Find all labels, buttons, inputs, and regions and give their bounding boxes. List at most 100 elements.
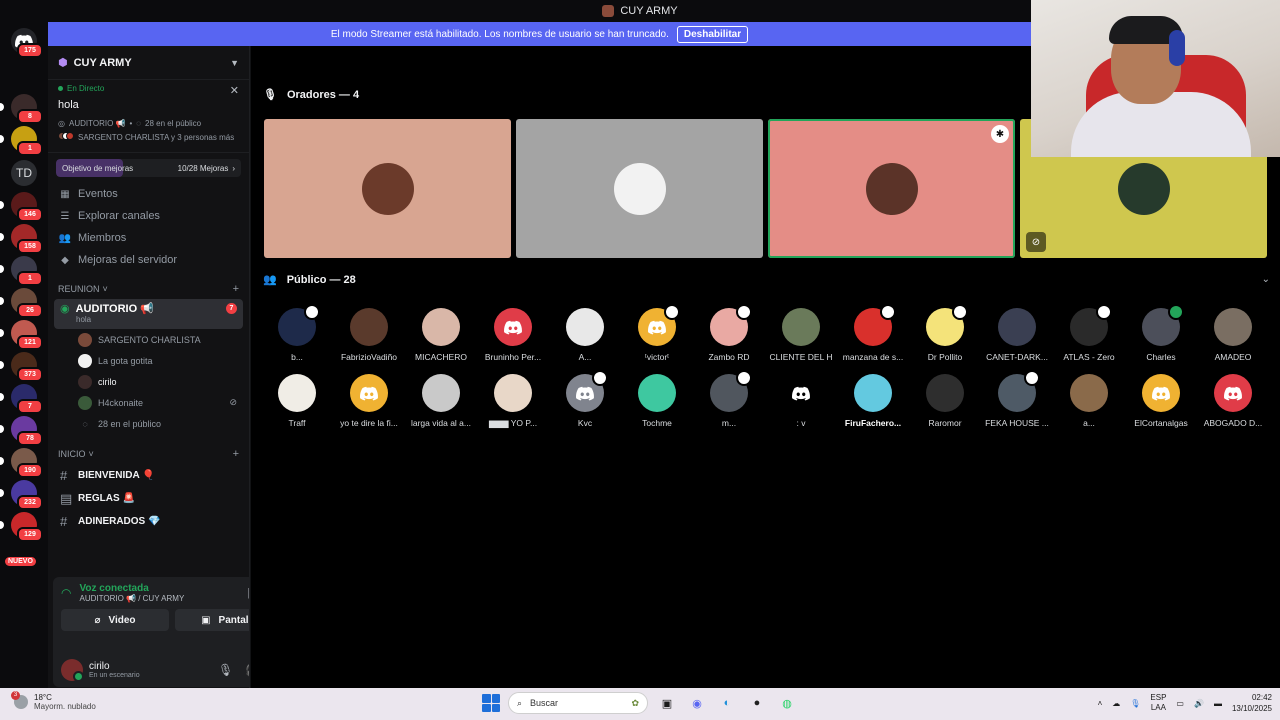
audience-member[interactable]: FiruFachero... [837, 374, 909, 429]
nav-browse-channels[interactable]: ☰ Explorar canales [48, 205, 249, 227]
taskbar-search[interactable]: ⌕ Buscar ✿ [508, 692, 648, 714]
edge-icon[interactable]: ◐ [716, 692, 738, 714]
disable-streamer-button[interactable]: Deshabilitar [676, 25, 749, 43]
chevron-up-icon[interactable]: ˄ [1098, 699, 1103, 708]
onedrive-icon[interactable]: ☁ [1112, 699, 1120, 708]
audience-member[interactable]: ▆▆▆ YO P... [477, 374, 549, 429]
server-icon[interactable]: 129 [0, 512, 43, 542]
server-header[interactable]: ⬢ CUY ARMY ▼ [48, 46, 249, 80]
server-icon[interactable]: 146 [0, 192, 43, 222]
nav-events[interactable]: ▦ Eventos [48, 183, 249, 205]
microphone-icon[interactable]: 🎙 [218, 663, 233, 677]
server-icon[interactable]: 1 [0, 126, 43, 156]
audience-member[interactable]: Bruninho Per... [477, 308, 549, 362]
obs-icon[interactable]: ● [746, 692, 768, 714]
voice-location[interactable]: AUDITORIO 📢 / CUY ARMY [79, 594, 184, 603]
audience-member[interactable]: Charles [1125, 304, 1197, 362]
stage-live-card[interactable]: En Directo ✕ hola ◎ AUDITORIO 📢 • ◌ 28 e… [48, 80, 249, 153]
voice-user[interactable]: SARGENTO CHARLISTA [48, 329, 249, 350]
voice-user[interactable]: cirilo [48, 371, 249, 392]
audience-member[interactable]: CLIENTE DEL H [765, 308, 837, 362]
headphones-icon[interactable]: 🎧 [245, 663, 249, 677]
server-td[interactable]: TD [11, 160, 37, 186]
audience-member[interactable]: Dr Pollito [909, 304, 981, 362]
audience-member[interactable]: b... [261, 304, 333, 362]
channel-adinerados[interactable]: # ADINERADOS 💎 [48, 510, 249, 533]
server-icon[interactable]: 1 [0, 256, 43, 286]
audience-member[interactable]: Tochme [621, 374, 693, 429]
voice-user-name: H4ckonaite [98, 397, 144, 408]
voice-user[interactable]: H4ckonaite ⊘ [48, 392, 249, 413]
audience-member[interactable]: FEKA HOUSE ... [981, 370, 1053, 429]
voice-audience-row[interactable]: ◌ 28 en el público [48, 413, 249, 434]
battery-icon[interactable]: ▬ [1214, 699, 1222, 708]
voice-channel-auditorio[interactable]: ◉ AUDITORIO 📢 hola 7 [54, 299, 243, 329]
server-icon[interactable]: 121 [0, 320, 43, 350]
audience-member[interactable]: manzana de s... [837, 304, 909, 362]
speaker-tile[interactable]: ✱ [768, 119, 1015, 258]
video-button[interactable]: ⌀ Video [61, 609, 169, 631]
user-name[interactable]: cirilo [89, 661, 140, 672]
category-reunion[interactable]: REUNION ˅ + [48, 279, 249, 299]
channel-bienvenida[interactable]: # BIENVENIDA 🎈 [48, 464, 249, 487]
audience-member[interactable]: ElCortanalgas [1125, 374, 1197, 429]
audience-member[interactable]: larga vida al a... [405, 374, 477, 429]
server-icon[interactable]: 373 [0, 352, 43, 382]
audience-member[interactable]: A... [549, 308, 621, 362]
audience-member[interactable]: yo te dire la fi... [333, 374, 405, 429]
speaker-tile[interactable] [516, 119, 763, 258]
channel-reglas[interactable]: ▤ REGLAS 🚨 [48, 487, 249, 510]
add-channel-icon[interactable]: + [233, 283, 239, 295]
boost-progress: 10/28 Mejoras [177, 163, 229, 173]
nav-members[interactable]: 👥 Miembros [48, 227, 249, 249]
direct-messages-icon[interactable]: 175 [11, 28, 43, 58]
volume-icon[interactable]: 🔊 [1194, 699, 1204, 708]
audience-member[interactable]: AMADEO [1197, 308, 1269, 362]
task-view-icon[interactable]: ▣ [656, 692, 678, 714]
server-icon[interactable]: 190 [0, 448, 43, 478]
category-inicio[interactable]: INICIO ˅ + [48, 444, 249, 464]
audience-member[interactable]: a... [1053, 374, 1125, 429]
audience-member[interactable]: Traff [261, 374, 333, 429]
add-channel-icon[interactable]: + [233, 448, 239, 460]
live-status: En Directo [58, 84, 239, 93]
discord-taskbar-icon[interactable]: ◉ [686, 692, 708, 714]
new-badge[interactable]: NUEVO [5, 557, 36, 566]
server-icon[interactable]: 8 [0, 94, 43, 124]
screen-share-button[interactable]: ▣ Pantalla [175, 609, 249, 631]
noise-suppression-icon[interactable]: ||| [247, 587, 249, 599]
audience-member[interactable]: Raromor [909, 374, 981, 429]
language-indicator[interactable]: ESP LAA [1150, 693, 1166, 713]
server-icon[interactable]: 158 [0, 224, 43, 254]
whatsapp-icon[interactable]: ◍ [776, 692, 798, 714]
server-icon[interactable]: 7 [0, 384, 43, 414]
moderator-icon: ✱ [991, 125, 1009, 143]
weather-widget[interactable]: 3 18°C Mayorm. nublado [11, 691, 96, 711]
audience-member[interactable]: FabrizioVadiño [333, 308, 405, 362]
avatar[interactable] [61, 659, 84, 682]
audience-member-name: b... [291, 352, 303, 362]
server-icon[interactable]: 26 [0, 288, 43, 318]
network-icon[interactable]: ▭ [1176, 699, 1184, 708]
audience-member[interactable]: CANET-DARK... [981, 308, 1053, 362]
nav-server-boosts[interactable]: ◆ Mejoras del servidor [48, 249, 249, 271]
voice-status[interactable]: Voz conectada [79, 583, 184, 594]
windows-start-icon[interactable] [482, 694, 500, 712]
audience-member[interactable]: MICACHERO [405, 308, 477, 362]
microphone-icon[interactable]: 🎙 [1130, 699, 1140, 708]
speaker-tile[interactable] [264, 119, 511, 258]
audience-member[interactable]: Kvc [549, 370, 621, 429]
audience-member[interactable]: ABOGADO D... [1197, 374, 1269, 429]
audience-member[interactable]: m... [693, 370, 765, 429]
boost-goal-bar[interactable]: Objetivo de mejoras 10/28 Mejoras › [56, 159, 241, 177]
server-icon[interactable]: 78 [0, 416, 43, 446]
audience-member[interactable]: : v [765, 374, 837, 429]
audience-member[interactable]: ATLAS - Zero [1053, 304, 1125, 362]
voice-user[interactable]: La gota gotita [48, 350, 249, 371]
audience-member[interactable]: Zambo RD [693, 304, 765, 362]
clock[interactable]: 02:42 13/10/2025 [1232, 692, 1272, 714]
audience-member[interactable]: ᵗvictorᵗ [621, 304, 693, 362]
server-icon[interactable]: 232 [0, 480, 43, 510]
close-icon[interactable]: ✕ [230, 84, 239, 97]
chevron-down-icon[interactable]: ⌄ [1262, 274, 1270, 285]
